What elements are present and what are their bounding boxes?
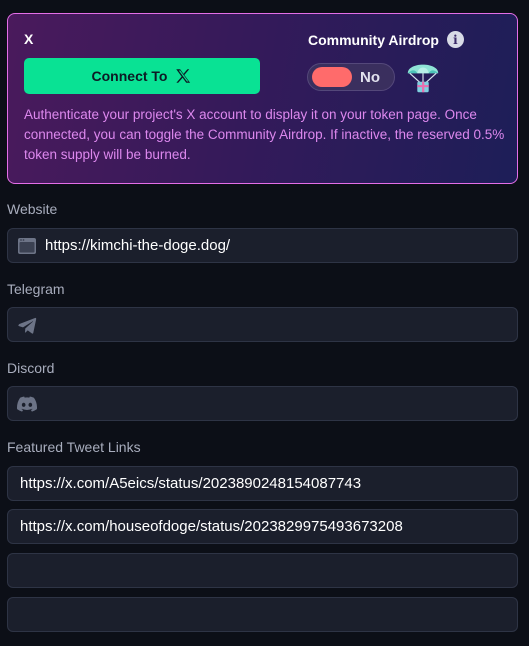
discord-field — [7, 386, 518, 421]
tweet-link-input-1[interactable] — [8, 467, 517, 500]
connect-x-label: Connect To — [91, 68, 168, 84]
featured-tweet-links-label: Featured Tweet Links — [7, 439, 141, 455]
parachute-gift-icon — [407, 64, 439, 93]
tweet-link-input-2[interactable] — [8, 510, 517, 543]
telegram-icon — [17, 315, 37, 335]
connect-x-button[interactable]: Connect To — [24, 58, 260, 94]
tweet-link-field-2 — [7, 509, 518, 544]
toggle-knob — [312, 67, 352, 87]
telegram-input[interactable] — [37, 308, 517, 341]
telegram-field — [7, 307, 518, 342]
discord-icon — [17, 394, 37, 414]
tweet-link-input-3[interactable] — [8, 554, 517, 587]
x-logo-icon — [176, 69, 191, 83]
x-section-title: X — [24, 31, 34, 47]
page: X Connect To Community Airdrop i No Auth… — [0, 0, 529, 646]
toggle-state-label: No — [360, 69, 380, 86]
community-airdrop-heading: Community Airdrop i — [308, 31, 464, 48]
browser-window-icon — [17, 236, 37, 256]
discord-label: Discord — [7, 360, 55, 376]
info-icon[interactable]: i — [446, 31, 464, 48]
website-label: Website — [7, 201, 58, 217]
discord-input[interactable] — [37, 387, 517, 420]
tweet-link-field-4 — [7, 597, 518, 632]
telegram-label: Telegram — [7, 281, 65, 297]
community-airdrop-toggle[interactable]: No — [307, 63, 395, 91]
website-field — [7, 228, 518, 263]
x-connect-card: X Connect To Community Airdrop i No Auth… — [7, 13, 518, 184]
community-airdrop-title: Community Airdrop — [308, 31, 439, 48]
website-input[interactable] — [37, 229, 517, 262]
tweet-link-input-4[interactable] — [8, 598, 517, 631]
x-section-description: Authenticate your project's X account to… — [24, 107, 505, 162]
tweet-link-field-3 — [7, 553, 518, 588]
tweet-link-field-1 — [7, 466, 518, 501]
